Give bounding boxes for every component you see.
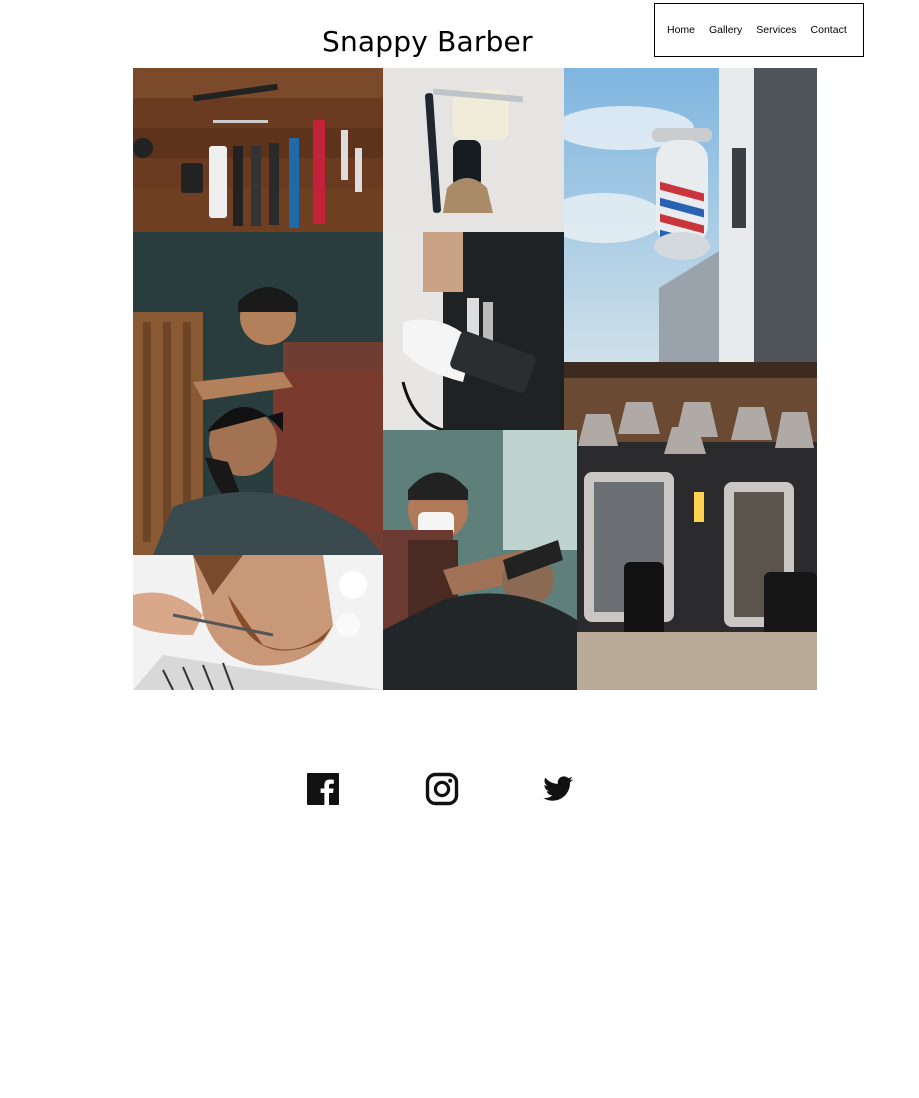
site-title: Snappy Barber	[322, 25, 533, 58]
page: Snappy Barber Home Gallery Services Cont…	[0, 0, 919, 1098]
gallery-image-tools-flatlay	[133, 68, 383, 232]
nav-link-contact[interactable]: Contact	[811, 24, 847, 36]
nav-link-home[interactable]: Home	[667, 24, 695, 36]
main-nav: Home Gallery Services Contact	[654, 3, 864, 57]
gallery-image-barber-apron	[383, 232, 564, 430]
twitter-icon[interactable]	[541, 772, 575, 806]
gallery-image-barber-pole	[564, 68, 817, 362]
gallery-image-barber-styling	[133, 232, 383, 555]
gallery-image-razor-brush	[383, 68, 564, 232]
gallery-image-masked-barber	[383, 430, 577, 690]
nav-link-gallery[interactable]: Gallery	[709, 24, 742, 36]
gallery-image-shop-interior	[564, 362, 817, 690]
nav-link-services[interactable]: Services	[756, 24, 796, 36]
facebook-icon[interactable]	[306, 772, 340, 806]
instagram-icon[interactable]	[425, 772, 459, 806]
gallery-image-beard-trim	[133, 555, 383, 690]
